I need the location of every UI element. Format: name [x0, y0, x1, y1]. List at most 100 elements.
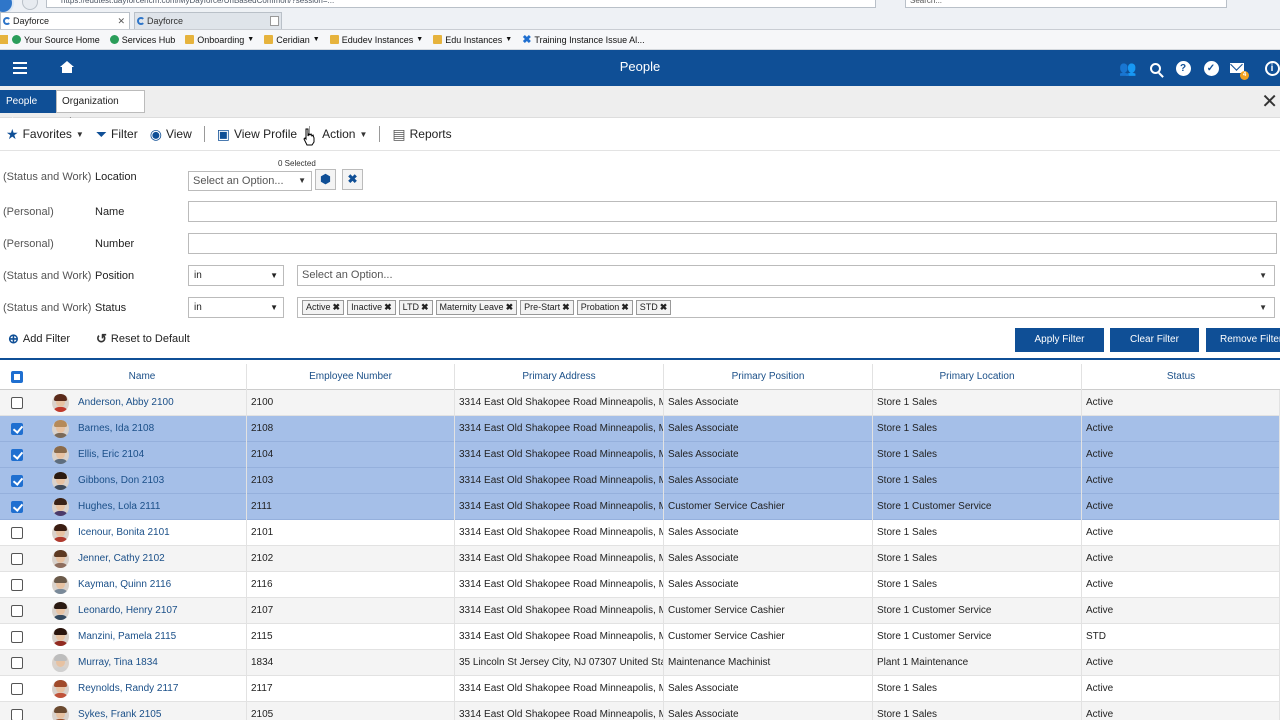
table-row[interactable]: Sykes, Frank 2105 2105 3314 East Old Shako…: [0, 702, 1280, 720]
checkmark-icon[interactable]: ✓: [1201, 50, 1221, 86]
location-select[interactable]: Select an Option... ▼: [188, 171, 312, 191]
tab-organization-chart[interactable]: Organization Chart: [56, 90, 145, 128]
row-checkbox[interactable]: [11, 657, 23, 669]
view-profile-button[interactable]: ▣ View Profile: [211, 126, 303, 143]
employee-name-link[interactable]: Jenner, Cathy 2102: [74, 546, 247, 572]
address-bar[interactable]: https://edutest.dayforcehcm.com/MyDayfor…: [46, 0, 876, 8]
number-input[interactable]: [188, 233, 1277, 254]
employee-name-link[interactable]: Ellis, Eric 2104: [74, 442, 247, 468]
remove-chip-icon[interactable]: ✖: [333, 302, 341, 312]
table-row[interactable]: Icenour, Bonita 2101 2101 3314 East Old Sh…: [0, 520, 1280, 546]
table-row[interactable]: Manzini, Pamela 2115 2115 3314 East Old Sh…: [0, 624, 1280, 650]
column-header-status[interactable]: Status: [1082, 364, 1280, 390]
table-row[interactable]: Leonardo, Henry 2107 2107 3314 East Old Sh…: [0, 598, 1280, 624]
status-chip[interactable]: Maternity Leave ✖: [435, 300, 518, 315]
action-menu[interactable]: Action ▼: [316, 127, 373, 141]
filter-button[interactable]: ⏷ Filter: [90, 126, 144, 143]
add-filter-button[interactable]: ⊕ Add Filter: [8, 331, 70, 347]
row-checkbox[interactable]: [11, 449, 23, 461]
table-row[interactable]: Anderson, Abby 2100 2100 3314 East Old Sha…: [0, 390, 1280, 416]
employee-name-link[interactable]: Hughes, Lola 2111: [74, 494, 247, 520]
table-row[interactable]: Hughes, Lola 2111 2111 3314 East Old Shako…: [0, 494, 1280, 520]
status-operator-select[interactable]: in ▼: [188, 297, 284, 318]
location-clear-button[interactable]: ✖: [342, 169, 363, 190]
help-icon[interactable]: ?: [1173, 50, 1193, 86]
column-header-primary-address[interactable]: Primary Address: [455, 364, 664, 390]
reset-to-default-button[interactable]: ↺ Reset to Default: [96, 331, 190, 347]
column-header-primary-position[interactable]: Primary Position: [664, 364, 873, 390]
apply-filter-button[interactable]: Apply Filter: [1015, 328, 1104, 352]
user-icon[interactable]: i: [1262, 50, 1280, 86]
row-checkbox[interactable]: [11, 475, 23, 487]
location-tree-button[interactable]: ⬢: [315, 169, 336, 190]
mail-icon[interactable]: 4: [1227, 50, 1249, 86]
employee-name-link[interactable]: Reynolds, Randy 2117: [74, 676, 247, 702]
apps-folder-icon[interactable]: [0, 35, 8, 44]
remove-chip-icon[interactable]: ✖: [421, 302, 429, 312]
remove-filters-button[interactable]: Remove Filters: [1206, 328, 1280, 352]
row-checkbox[interactable]: [11, 631, 23, 643]
status-chip[interactable]: Active ✖: [302, 300, 345, 315]
browser-tab-active[interactable]: Dayforce ✕: [0, 12, 130, 29]
bookmark-ceridian[interactable]: Ceridian ▼: [264, 35, 320, 45]
column-header-employee-number[interactable]: Employee Number: [247, 364, 455, 390]
new-tab-icon[interactable]: [270, 16, 279, 26]
table-row[interactable]: Ellis, Eric 2104 2104 3314 East Old Shakop…: [0, 442, 1280, 468]
row-checkbox[interactable]: [11, 683, 23, 695]
bookmark-services-hub[interactable]: Services Hub: [109, 35, 175, 45]
employee-name-link[interactable]: Barnes, Ida 2108: [74, 416, 247, 442]
bookmark-edu-instances[interactable]: Edu Instances ▼: [433, 35, 512, 45]
select-all-checkbox[interactable]: [11, 371, 23, 383]
employee-name-link[interactable]: Anderson, Abby 2100: [74, 390, 247, 416]
table-row[interactable]: Jenner, Cathy 2102 2102 3314 East Old Shak…: [0, 546, 1280, 572]
status-chip[interactable]: LTD ✖: [398, 300, 433, 315]
row-checkbox[interactable]: [11, 579, 23, 591]
status-chip[interactable]: STD ✖: [635, 300, 672, 315]
close-icon[interactable]: ✕: [1261, 92, 1278, 112]
employee-name-link[interactable]: Manzini, Pamela 2115: [74, 624, 247, 650]
row-checkbox[interactable]: [11, 397, 23, 409]
column-header-primary-location[interactable]: Primary Location: [873, 364, 1082, 390]
status-chip[interactable]: Inactive ✖: [347, 300, 396, 315]
name-input[interactable]: [188, 201, 1277, 222]
close-tab-icon[interactable]: ✕: [117, 13, 125, 30]
status-chip[interactable]: Probation ✖: [576, 300, 633, 315]
bookmark-onboarding[interactable]: Onboarding ▼: [185, 35, 254, 45]
bookmark-edudev-instances[interactable]: Edudev Instances ▼: [329, 35, 423, 45]
position-value-select[interactable]: Select an Option... ▼: [297, 265, 1275, 286]
column-header-name[interactable]: Name: [38, 364, 247, 390]
people-icon[interactable]: 👥: [1118, 50, 1138, 86]
row-checkbox[interactable]: [11, 605, 23, 617]
remove-chip-icon[interactable]: ✖: [621, 302, 629, 312]
table-row[interactable]: Kayman, Quinn 2116 2116 3314 East Old Shak…: [0, 572, 1280, 598]
remove-chip-icon[interactable]: ✖: [384, 302, 392, 312]
browser-tab[interactable]: Dayforce: [134, 12, 282, 29]
search-icon[interactable]: [1145, 50, 1165, 86]
employee-name-link[interactable]: Kayman, Quinn 2116: [74, 572, 247, 598]
home-icon[interactable]: [56, 50, 78, 86]
menu-icon[interactable]: [6, 50, 34, 86]
status-chip[interactable]: Pre-Start ✖: [520, 300, 574, 315]
employee-name-link[interactable]: Murray, Tina 1834: [74, 650, 247, 676]
browser-search-box[interactable]: Search...: [905, 0, 1227, 8]
favorites-menu[interactable]: ★ Favorites ▼: [0, 126, 90, 143]
reports-button[interactable]: ▤ Reports: [386, 126, 457, 143]
table-row[interactable]: Murray, Tina 1834 1834 35 Lincoln St Jerse…: [0, 650, 1280, 676]
position-operator-select[interactable]: in ▼: [188, 265, 284, 286]
clear-filter-button[interactable]: Clear Filter: [1110, 328, 1199, 352]
browser-forward-button[interactable]: [22, 0, 38, 10]
employee-name-link[interactable]: Leonardo, Henry 2107: [74, 598, 247, 624]
table-row[interactable]: Gibbons, Don 2103 2103 3314 East Old Shako…: [0, 468, 1280, 494]
status-value-select[interactable]: Active ✖ Inactive ✖ LTD ✖ Maternity Leave ✖ Pre-…: [297, 297, 1275, 318]
table-row[interactable]: Reynolds, Randy 2117 2117 3314 East Old Sh…: [0, 676, 1280, 702]
employee-name-link[interactable]: Icenour, Bonita 2101: [74, 520, 247, 546]
bookmark-your-source-home[interactable]: Your Source Home: [12, 35, 100, 45]
table-row[interactable]: Barnes, Ida 2108 2108 3314 East Old Shakop…: [0, 416, 1280, 442]
row-checkbox[interactable]: [11, 527, 23, 539]
remove-chip-icon[interactable]: ✖: [562, 302, 570, 312]
row-checkbox[interactable]: [11, 423, 23, 435]
employee-name-link[interactable]: Sykes, Frank 2105: [74, 702, 247, 720]
bookmark-training-instance[interactable]: ✖ Training Instance Issue Al...: [522, 33, 644, 46]
row-checkbox[interactable]: [11, 501, 23, 513]
row-checkbox[interactable]: [11, 709, 23, 720]
